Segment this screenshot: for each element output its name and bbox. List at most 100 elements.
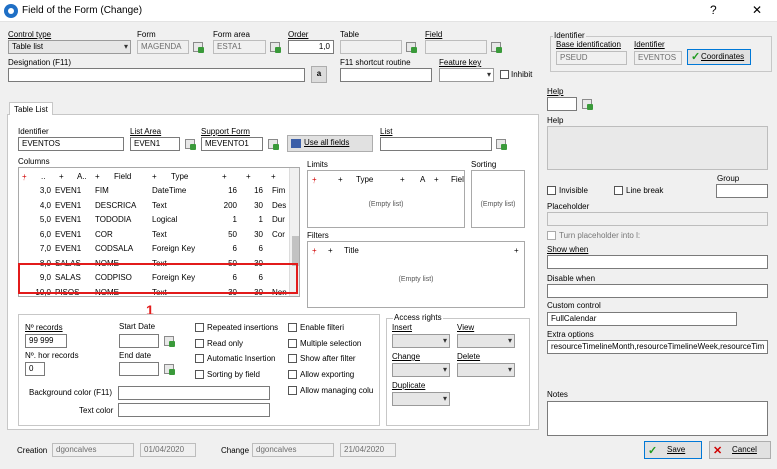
col-header-order[interactable]: .. bbox=[41, 172, 45, 181]
delete-select[interactable] bbox=[457, 363, 515, 377]
f11-shortcut-input[interactable] bbox=[340, 68, 432, 82]
turn-placeholder-label: Turn placeholder into l: bbox=[559, 231, 641, 240]
filters-remove-icon[interactable]: +̣ bbox=[312, 246, 317, 255]
columns-scrollbar-thumb[interactable] bbox=[292, 236, 299, 266]
filters-grid[interactable]: +̣ + Title + (Empty list) bbox=[307, 241, 525, 308]
col-header-type[interactable]: Type bbox=[171, 172, 188, 181]
columns-row-1-cell-5: 30 bbox=[254, 200, 263, 210]
close-icon[interactable]: ✕ bbox=[752, 3, 762, 17]
limits-header-a[interactable]: A bbox=[420, 175, 425, 184]
show-when-input[interactable] bbox=[547, 255, 768, 269]
check-icon: ✓ bbox=[691, 51, 701, 63]
list-area-input[interactable]: EVEN1 bbox=[130, 137, 180, 151]
repeated-insertions-checkbox[interactable] bbox=[195, 323, 204, 332]
sorting-by-field-checkbox[interactable] bbox=[195, 370, 204, 379]
limits-label: Limits bbox=[307, 160, 328, 169]
tl-identifier-label: Identifier bbox=[18, 127, 49, 136]
help1-picker-icon[interactable] bbox=[582, 99, 593, 110]
multiple-selection-checkbox[interactable] bbox=[288, 339, 297, 348]
use-all-fields-button[interactable]: Use all fields bbox=[287, 135, 373, 152]
filters-add-icon[interactable]: + bbox=[328, 246, 333, 255]
col-header-field[interactable]: Field bbox=[114, 172, 131, 181]
show-when-label: Show when bbox=[547, 245, 589, 254]
sorting-grid[interactable]: (Empty list) bbox=[471, 170, 525, 228]
invisible-checkbox[interactable] bbox=[547, 186, 556, 195]
limits-header-icon[interactable]: + bbox=[400, 175, 405, 184]
read-only-label: Read only bbox=[207, 339, 244, 348]
allow-exporting-checkbox[interactable] bbox=[288, 370, 297, 379]
sorting-label: Sorting bbox=[471, 160, 497, 169]
enable-filter-label: Enable filteri bbox=[300, 323, 345, 332]
read-only-checkbox[interactable] bbox=[195, 339, 204, 348]
tab-table-list[interactable]: Table List bbox=[9, 102, 53, 115]
field-picker-icon[interactable] bbox=[491, 42, 502, 53]
line-break-checkbox[interactable] bbox=[614, 186, 623, 195]
add-width-icon[interactable]: + bbox=[246, 172, 251, 181]
text-color-input[interactable] bbox=[118, 403, 270, 417]
form-picker-icon[interactable] bbox=[193, 42, 204, 53]
cancel-button[interactable]: ✕ Cancel bbox=[709, 441, 771, 459]
columns-row-3-cell-5: 30 bbox=[254, 229, 263, 239]
identifier-group-title: Identifier bbox=[553, 31, 586, 40]
control-type-select[interactable]: Table list bbox=[8, 40, 131, 54]
remove-column-icon[interactable]: +̣ bbox=[22, 172, 27, 181]
limits-header-type[interactable]: Type bbox=[356, 175, 373, 184]
support-form-picker-icon[interactable] bbox=[268, 139, 279, 150]
add-column-icon[interactable]: + bbox=[59, 172, 64, 181]
view-select[interactable] bbox=[457, 334, 515, 348]
form-area-picker-icon[interactable] bbox=[270, 42, 281, 53]
list-input[interactable] bbox=[380, 137, 492, 151]
view-label: View bbox=[457, 323, 475, 332]
help-icon[interactable]: ? bbox=[710, 3, 717, 17]
help1-input[interactable] bbox=[547, 97, 577, 111]
extra-options-input[interactable]: resourceTimelineMonth,resourceTimelineWe… bbox=[547, 340, 768, 354]
limits-add-icon[interactable]: + bbox=[338, 175, 343, 184]
insert-column-icon[interactable]: + bbox=[95, 172, 100, 181]
tl-identifier-input[interactable]: EVENTOS bbox=[18, 137, 124, 151]
end-date-input[interactable] bbox=[119, 362, 159, 376]
end-date-label: End date bbox=[119, 351, 152, 360]
table-picker-icon[interactable] bbox=[406, 42, 417, 53]
inhibit-checkbox[interactable] bbox=[500, 70, 509, 79]
notes-textarea[interactable] bbox=[547, 401, 768, 436]
support-form-input[interactable]: MEVENTO1 bbox=[201, 137, 263, 151]
custom-control-input[interactable]: FullCalendar bbox=[547, 312, 737, 326]
save-button[interactable]: ✓ Save bbox=[644, 441, 702, 459]
duplicate-select[interactable] bbox=[392, 392, 450, 406]
limits-header-add[interactable]: + bbox=[434, 175, 439, 184]
filters-header-add[interactable]: + bbox=[514, 246, 519, 255]
designation-input[interactable] bbox=[8, 68, 305, 82]
base-identification-field: PSEUD bbox=[556, 51, 627, 65]
show-after-filter-checkbox[interactable] bbox=[288, 354, 297, 363]
end-date-picker-icon[interactable] bbox=[164, 364, 175, 375]
list-area-picker-icon[interactable] bbox=[185, 139, 196, 150]
col-header-area[interactable]: A.. bbox=[77, 172, 87, 181]
n-hor-records-input[interactable]: 0 bbox=[25, 362, 45, 376]
order-input[interactable]: 1,0 bbox=[288, 40, 334, 54]
notes-label: Notes bbox=[547, 390, 568, 399]
start-date-input[interactable] bbox=[119, 334, 159, 348]
designation-text-button[interactable]: a bbox=[311, 66, 327, 83]
allow-managing-columns-checkbox[interactable] bbox=[288, 386, 297, 395]
change-select[interactable] bbox=[392, 363, 450, 377]
start-date-picker-icon[interactable] bbox=[164, 336, 175, 347]
background-color-input[interactable] bbox=[118, 386, 270, 400]
extra-options-label: Extra options bbox=[547, 330, 594, 339]
coordinates-button[interactable]: ✓ Coordinates bbox=[687, 49, 751, 65]
filters-header-title[interactable]: Title bbox=[344, 246, 359, 255]
enable-filter-checkbox[interactable] bbox=[288, 323, 297, 332]
feature-key-select[interactable] bbox=[439, 68, 494, 82]
group-input[interactable] bbox=[716, 184, 768, 198]
limits-remove-icon[interactable]: +̣ bbox=[312, 175, 317, 184]
disable-when-input[interactable] bbox=[547, 284, 768, 298]
insert-select[interactable] bbox=[392, 334, 450, 348]
list-picker-icon[interactable] bbox=[496, 139, 507, 150]
limits-header-field[interactable]: Fiel bbox=[451, 175, 464, 184]
add-type-icon[interactable]: + bbox=[152, 172, 157, 181]
limits-grid[interactable]: +̣ + Type + A + Fiel (Empty list) bbox=[307, 170, 465, 228]
add-length-icon[interactable]: + bbox=[222, 172, 227, 181]
n-records-input[interactable]: 99 999 bbox=[25, 334, 67, 348]
add-title-icon[interactable]: + bbox=[271, 172, 276, 181]
turn-placeholder-checkbox[interactable] bbox=[547, 231, 556, 240]
automatic-insertion-checkbox[interactable] bbox=[195, 354, 204, 363]
